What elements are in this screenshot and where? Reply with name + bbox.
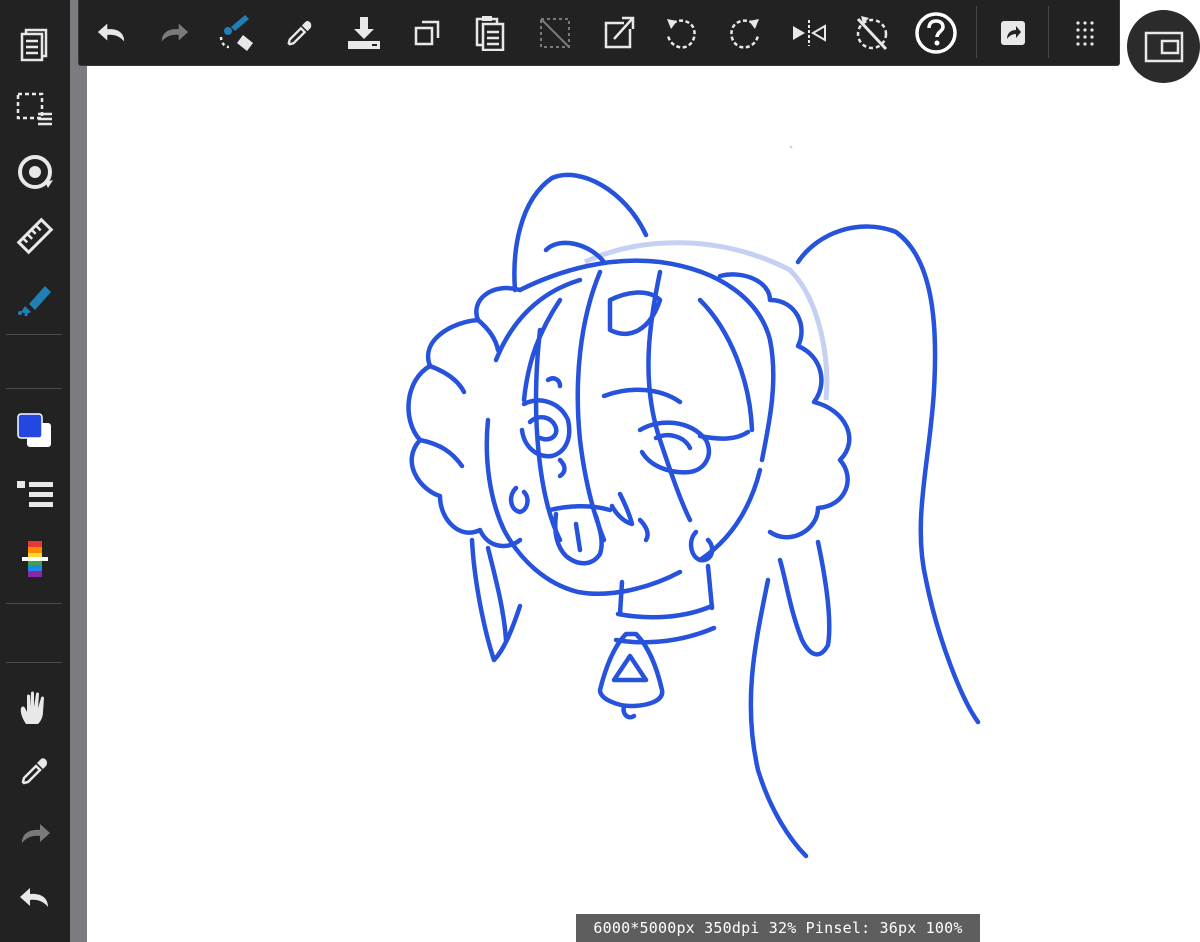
brush-settings-icon: [17, 481, 53, 507]
drawing-canvas[interactable]: [87, 66, 1200, 942]
help-button[interactable]: [911, 8, 961, 58]
copy-button[interactable]: [402, 8, 452, 58]
redo-button[interactable]: [7, 809, 63, 859]
line-art-drawing: [406, 145, 981, 859]
color-swatch-button[interactable]: [7, 406, 63, 456]
brush-tool-button[interactable]: [7, 274, 63, 324]
layers-icon: [20, 28, 48, 62]
layout-toggle-button[interactable]: [1127, 10, 1200, 83]
paste-button[interactable]: [465, 8, 515, 58]
rotate-right-icon: [730, 19, 760, 49]
clear-selection-icon: [540, 18, 570, 48]
top-toolbar: [78, 0, 1120, 66]
redo-button[interactable]: [149, 8, 199, 58]
brush-settings-button[interactable]: [7, 470, 63, 520]
status-bar: 6000*5000px 350dpi 32% Pinsel: 36px 100%: [576, 914, 980, 942]
color-swatch-icon: [17, 413, 51, 447]
undo-icon: [97, 23, 125, 42]
divider: [6, 334, 62, 335]
divider: [6, 662, 62, 663]
undo-icon: [20, 888, 48, 907]
clear-selection-button[interactable]: [530, 8, 580, 58]
reset-rotation-button[interactable]: [847, 8, 897, 58]
paste-icon: [475, 16, 505, 51]
eyedropper-icon: [287, 21, 312, 46]
color-picker-spectrum-button[interactable]: [7, 534, 63, 584]
undo-button[interactable]: [7, 873, 63, 923]
rotate-left-button[interactable]: [656, 8, 706, 58]
transform-icon: [604, 16, 635, 49]
redo-icon: [22, 824, 50, 843]
more-button[interactable]: [1060, 8, 1110, 58]
layers-button[interactable]: [7, 20, 63, 70]
eyedropper-button[interactable]: [275, 8, 325, 58]
ruler-button[interactable]: [7, 211, 63, 261]
color-picker-spectrum-icon: [22, 541, 48, 577]
flip-horizontal-icon: [793, 20, 826, 46]
share-icon: [1001, 21, 1025, 45]
divider: [1048, 6, 1049, 58]
selection-layer-icon: [16, 92, 52, 126]
rotate-canvas-button[interactable]: [7, 147, 63, 197]
reset-rotation-icon: [856, 16, 888, 51]
canvas-gutter: [70, 0, 87, 942]
ruler-icon: [16, 217, 54, 255]
divider: [6, 603, 62, 604]
save-download-button[interactable]: [339, 8, 389, 58]
flip-horizontal-button[interactable]: [784, 8, 834, 58]
brush-eraser-swap-icon: [219, 15, 253, 51]
eyedropper-icon: [21, 758, 47, 785]
eyedropper-button[interactable]: [7, 746, 63, 796]
redo-icon: [161, 23, 189, 42]
window-layout-icon: [1144, 31, 1183, 62]
rotate-canvas-icon: [18, 155, 53, 189]
hand-pan-button[interactable]: [7, 683, 63, 733]
rotate-right-button[interactable]: [720, 8, 770, 58]
selection-layer-button[interactable]: [7, 84, 63, 134]
brush-eraser-swap-button[interactable]: [212, 8, 262, 58]
save-download-icon: [348, 17, 380, 49]
divider: [6, 388, 62, 389]
undo-button[interactable]: [87, 8, 137, 58]
copy-icon: [414, 20, 440, 46]
rotate-left-icon: [666, 19, 696, 49]
help-icon: [915, 12, 957, 54]
transform-button[interactable]: [593, 8, 643, 58]
status-text: 6000*5000px 350dpi 32% Pinsel: 36px 100%: [593, 919, 963, 937]
hand-pan-icon: [20, 691, 44, 724]
divider: [976, 6, 977, 58]
brush-tool-icon: [18, 286, 51, 316]
left-toolbar: [0, 0, 70, 942]
share-button[interactable]: [988, 8, 1038, 58]
more-grid-icon: [1076, 21, 1094, 46]
